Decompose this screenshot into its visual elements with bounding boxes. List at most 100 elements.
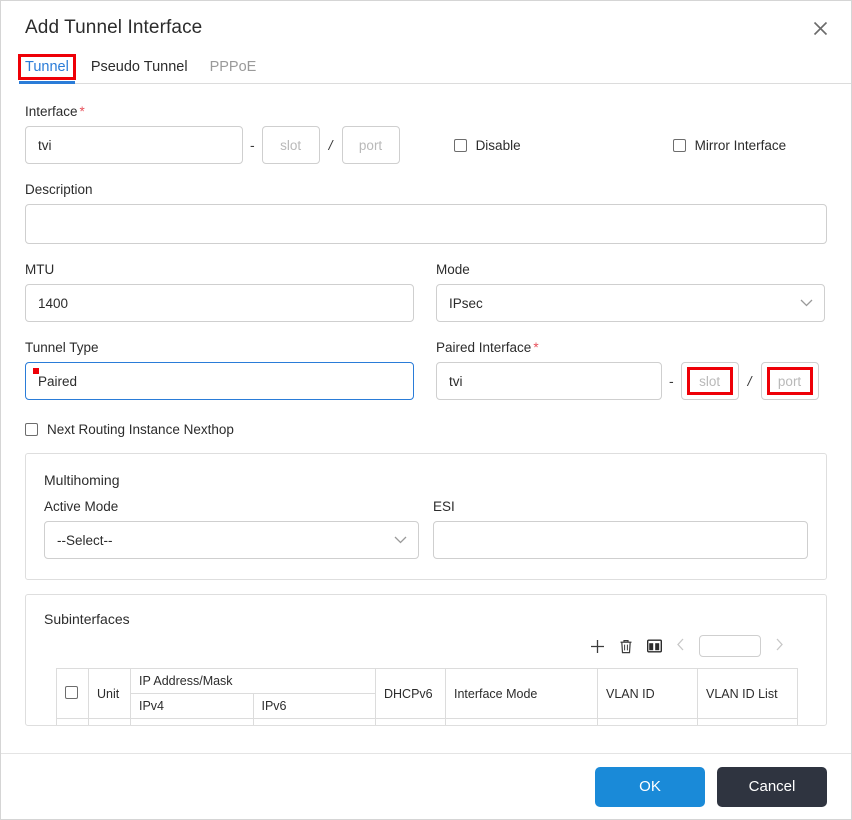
mtu-field-group: MTU 1400: [25, 262, 414, 322]
interface-checkbox-group: Disable Mirror Interface: [453, 137, 787, 153]
dialog-footer: OK Cancel: [1, 753, 851, 819]
tab-pseudo-tunnel[interactable]: Pseudo Tunnel: [91, 59, 188, 84]
mtu-label: MTU: [25, 262, 55, 277]
interface-port-input[interactable]: port: [341, 126, 400, 164]
col-ipv4: IPv4: [130, 693, 254, 719]
cell-unit[interactable]: [88, 718, 131, 725]
interface-label: Interface *: [25, 104, 85, 119]
tunnel-type-paired-row: Tunnel Type Paired Paired Interface * tvi…: [25, 340, 827, 400]
table-header-row-top: Unit IP Address/Mask DHCPv6 Interface Mo…: [56, 668, 798, 719]
paired-slash-separator: /: [747, 373, 752, 389]
cell-vlan-id-list[interactable]: [697, 718, 798, 725]
paired-slot-input[interactable]: slot: [680, 362, 739, 400]
mode-field-group: Mode IPsec: [436, 262, 825, 322]
interface-field-group: Interface * tvi - slot / port Disable Mi…: [25, 104, 827, 164]
tab-tunnel[interactable]: Tunnel: [18, 54, 76, 84]
tab-pseudo-tunnel-label: Pseudo Tunnel: [90, 59, 188, 75]
paired-dash-separator: -: [669, 373, 674, 389]
mirror-interface-label: Mirror Interface: [694, 137, 787, 153]
active-mode-select[interactable]: --Select--: [44, 521, 419, 559]
description-input[interactable]: [25, 204, 827, 244]
paired-port-wrap: port: [760, 362, 819, 400]
subinterfaces-toolbar: [40, 631, 812, 661]
cell-ipv4[interactable]: [130, 718, 254, 725]
interface-input[interactable]: tvi: [25, 126, 243, 164]
disable-checkbox[interactable]: [453, 138, 467, 152]
subinterfaces-table-wrap[interactable]: Unit IP Address/Mask DHCPv6 Interface Mo…: [40, 668, 812, 725]
cell-interface-mode[interactable]: [445, 718, 598, 725]
mirror-interface-checkbox[interactable]: [672, 138, 686, 152]
mtu-mode-row: MTU 1400 Mode IPsec: [25, 262, 827, 322]
select-all-checkbox[interactable]: [65, 685, 78, 699]
table-header: Unit IP Address/Mask DHCPv6 Interface Mo…: [56, 668, 798, 719]
cell-ipv6[interactable]: [252, 718, 376, 725]
chevron-left-icon[interactable]: [676, 638, 685, 654]
mode-label: Mode: [436, 262, 470, 277]
tab-bar: Tunnel Pseudo Tunnel PPPoE: [1, 54, 851, 84]
col-ipv6: IPv6: [252, 693, 376, 719]
col-vlan-id-list: VLAN ID List: [697, 668, 798, 719]
description-field-group: Description: [25, 182, 827, 244]
next-routing-instance-nexthop-checkbox[interactable]: [25, 423, 38, 436]
cell-select[interactable]: [56, 718, 89, 725]
cancel-button[interactable]: Cancel: [717, 766, 827, 807]
paired-interface-required-asterisk: *: [533, 340, 539, 355]
interface-required-asterisk: *: [79, 104, 85, 119]
tab-pppoe[interactable]: PPPoE: [210, 59, 257, 84]
page-number-input[interactable]: [699, 635, 761, 657]
paired-interface-input[interactable]: tvi: [436, 362, 662, 400]
esi-field-group: ESI: [433, 499, 808, 559]
tab-pppoe-label: PPPoE: [209, 59, 257, 75]
paired-interface-field-group: Paired Interface * tvi - slot / port: [436, 340, 825, 400]
esi-input[interactable]: [433, 521, 808, 559]
mirror-interface-checkbox-wrap[interactable]: Mirror Interface: [672, 137, 787, 153]
column-settings-icon[interactable]: [647, 639, 662, 653]
interface-slash-separator: /: [328, 137, 333, 153]
active-mode-select-wrap: --Select--: [44, 521, 419, 559]
interface-slot-input[interactable]: slot: [261, 126, 320, 164]
col-interface-mode: Interface Mode: [445, 668, 598, 719]
dialog-header: Add Tunnel Interface: [1, 1, 851, 39]
disable-label: Disable: [475, 137, 521, 153]
col-unit: Unit: [88, 668, 131, 719]
col-vlan-id: VLAN ID: [597, 668, 698, 719]
ok-button[interactable]: OK: [595, 766, 705, 807]
multihoming-fields-row: Active Mode --Select-- ESI: [44, 499, 808, 559]
tab-tunnel-label: Tunnel: [25, 59, 69, 75]
subinterfaces-title: Subinterfaces: [44, 611, 130, 627]
active-mode-label: Active Mode: [44, 499, 119, 514]
trash-icon[interactable]: [619, 639, 633, 654]
table-row[interactable]: [56, 718, 798, 725]
multihoming-title: Multihoming: [44, 472, 120, 488]
interface-slot-wrap: slot: [261, 126, 320, 164]
tunnel-type-annotation-box: [33, 368, 95, 394]
cell-dhcpv6[interactable]: [375, 718, 446, 725]
mode-select[interactable]: IPsec: [436, 284, 825, 322]
select-all-cell: [56, 668, 89, 719]
multihoming-panel: Multihoming Active Mode --Select-- ESI: [25, 453, 827, 580]
interface-input-wrap: tvi: [25, 126, 243, 164]
table-body: [56, 718, 798, 725]
chevron-right-icon[interactable]: [775, 638, 784, 654]
subinterfaces-panel: Subinterfaces Unit IP Address/Mask DHCPv…: [25, 594, 827, 726]
tunnel-type-field-group: Tunnel Type Paired: [25, 340, 414, 400]
close-icon[interactable]: [805, 13, 835, 43]
cell-vlan-id[interactable]: [597, 718, 698, 725]
mtu-input[interactable]: 1400: [25, 284, 414, 322]
paired-interface-input-wrap: tvi: [436, 362, 662, 400]
plus-icon[interactable]: [590, 639, 605, 654]
col-dhcpv6: DHCPv6: [375, 668, 446, 719]
description-label: Description: [25, 182, 93, 197]
page-title: Add Tunnel Interface: [25, 17, 203, 38]
disable-checkbox-wrap[interactable]: Disable: [453, 137, 521, 153]
mode-select-wrap: IPsec: [436, 284, 825, 322]
tunnel-type-label: Tunnel Type: [25, 340, 99, 355]
add-tunnel-interface-dialog: Add Tunnel Interface Tunnel Pseudo Tunne…: [0, 0, 852, 820]
interface-dash-separator: -: [250, 137, 255, 153]
paired-port-input[interactable]: port: [760, 362, 819, 400]
tunnel-type-input-wrap: Paired: [25, 362, 414, 400]
paired-slot-wrap: slot: [680, 362, 739, 400]
active-mode-field-group: Active Mode --Select--: [44, 499, 419, 559]
next-routing-instance-nexthop-wrap[interactable]: Next Routing Instance Nexthop: [25, 422, 827, 437]
paired-interface-inputs-row: tvi - slot / port: [436, 362, 825, 400]
